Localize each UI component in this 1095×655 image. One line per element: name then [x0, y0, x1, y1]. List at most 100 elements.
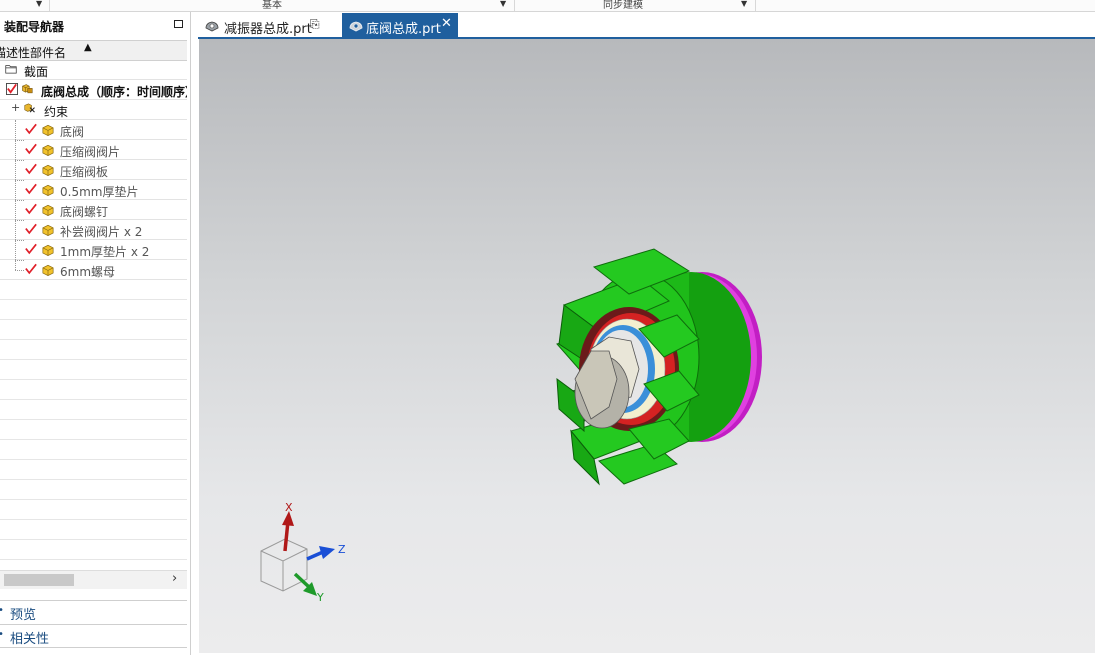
tab-damper-assembly[interactable]: 减振器总成.prt ⎘	[198, 13, 333, 38]
check-icon[interactable]	[25, 163, 37, 175]
ribbon-divider	[514, 0, 515, 11]
graphics-viewport[interactable]: X Z Y	[199, 39, 1095, 653]
checkbox-checked-icon[interactable]	[6, 83, 18, 95]
part-icon	[42, 144, 54, 156]
section-dependency[interactable]: • 相关性	[0, 624, 187, 648]
empty-row	[0, 360, 187, 380]
x-axis-arrow	[283, 520, 290, 552]
empty-row	[0, 440, 187, 460]
part-icon	[42, 264, 54, 276]
tree-row-part[interactable]: 底阀螺钉	[0, 200, 187, 220]
close-icon[interactable]: ✕	[441, 16, 452, 31]
tree-connector	[15, 120, 16, 270]
empty-row	[0, 420, 187, 440]
navigator-tree: 截面 底阀总成（顺序：时间顺序） + 约束 底阀 压缩阀阀片 压缩阀板 0.5m…	[0, 60, 187, 560]
tree-connector	[15, 180, 24, 181]
horizontal-scrollbar[interactable]: ›	[0, 570, 187, 589]
check-icon[interactable]	[25, 243, 37, 255]
tree-connector	[15, 240, 24, 241]
empty-row	[0, 380, 187, 400]
expand-icon[interactable]: •	[0, 605, 4, 616]
check-icon[interactable]	[25, 123, 37, 135]
constraints-icon	[24, 103, 35, 113]
expand-plus-icon[interactable]: +	[11, 101, 20, 114]
check-icon[interactable]	[25, 143, 37, 155]
navigator-title: 装配导航器	[4, 20, 65, 34]
empty-row	[0, 400, 187, 420]
part-icon	[42, 244, 54, 256]
tree-row-part[interactable]: 6mm螺母	[0, 260, 187, 280]
tree-row-root[interactable]: 底阀总成（顺序：时间顺序）	[0, 80, 187, 100]
tree-row-label: 1mm厚垫片 x 2	[60, 245, 150, 259]
check-icon[interactable]	[25, 203, 37, 215]
check-icon[interactable]	[25, 263, 37, 275]
ribbon-strip: ▼ 基本 ▼ 同步建模 ▼	[0, 0, 1095, 12]
tree-row-part[interactable]: 0.5mm厚垫片	[0, 180, 187, 200]
folder-icon	[5, 65, 17, 74]
tree-connector	[15, 140, 24, 141]
part-icon	[42, 124, 54, 136]
tree-row-part[interactable]: 压缩阀板	[0, 160, 187, 180]
tree-row-label: 底阀总成（顺序：时间顺序）	[41, 85, 187, 99]
tree-row-constraints[interactable]: + 约束	[0, 100, 187, 120]
tree-row-part[interactable]: 1mm厚垫片 x 2	[0, 240, 187, 260]
tab-bottom-valve-assembly[interactable]: 底阀总成.prt ✕	[342, 13, 458, 38]
tree-row-part[interactable]: 补尝阀阀片 x 2	[0, 220, 187, 240]
ribbon-dropdown-icon[interactable]: ▼	[36, 0, 42, 8]
sort-ascending-icon[interactable]: ▲	[84, 42, 92, 53]
ribbon-dropdown-icon[interactable]: ▼	[741, 0, 747, 8]
model-canvas[interactable]: X Z Y	[199, 39, 1095, 653]
section-preview[interactable]: • 预览	[0, 600, 187, 623]
empty-row	[0, 500, 187, 520]
tree-connector	[15, 160, 24, 161]
ribbon-divider	[49, 0, 50, 11]
tree-row-label: 压缩阀板	[60, 165, 109, 179]
tree-row-label: 底阀	[60, 125, 85, 139]
scrollbar-thumb[interactable]	[4, 574, 74, 586]
ribbon-group-sync[interactable]: 同步建模	[603, 0, 643, 11]
z-axis-arrow	[306, 550, 324, 561]
tree-row-part[interactable]: 底阀	[0, 120, 187, 140]
z-axis-label: Z	[338, 543, 346, 556]
tree-row-label: 补尝阀阀片 x 2	[60, 225, 143, 239]
part-icon	[42, 224, 54, 236]
empty-row	[0, 340, 187, 360]
bottom-valve-model[interactable]	[556, 248, 762, 486]
column-header[interactable]: 描述性部件名 ▲	[0, 40, 187, 61]
y-axis-label: Y	[316, 591, 324, 604]
assembly-icon	[22, 84, 33, 94]
tree-row-part[interactable]: 压缩阀阀片	[0, 140, 187, 160]
modified-icon: ⎘	[310, 17, 320, 31]
expand-icon[interactable]: •	[0, 629, 4, 640]
part-icon	[42, 164, 54, 176]
navigator-header: 装配导航器	[0, 12, 190, 38]
part-file-icon	[349, 21, 363, 32]
tree-row-label: 压缩阀阀片	[60, 145, 121, 159]
column-header-label: 描述性部件名	[0, 46, 67, 60]
check-icon[interactable]	[25, 183, 37, 195]
x-axis-label: X	[285, 501, 293, 514]
ribbon-group-basic[interactable]: 基本	[262, 0, 282, 11]
ribbon-dropdown-icon[interactable]: ▼	[500, 0, 506, 8]
empty-row	[0, 300, 187, 320]
empty-row	[0, 280, 187, 300]
check-icon[interactable]	[25, 223, 37, 235]
maximize-icon[interactable]	[174, 20, 183, 28]
tree-row-label: 约束	[44, 105, 69, 119]
tree-connector	[15, 270, 24, 271]
tree-row-label: 截面	[24, 65, 49, 79]
part-icon	[42, 204, 54, 216]
tree-row-section[interactable]: 截面	[0, 60, 187, 80]
empty-row	[0, 320, 187, 340]
section-dependency-label: 相关性	[10, 632, 50, 647]
tree-connector	[15, 200, 24, 201]
scroll-right-icon[interactable]: ›	[172, 571, 177, 586]
tree-row-label: 6mm螺母	[60, 265, 116, 279]
tab-label: 底阀总成.prt	[366, 22, 441, 37]
empty-row	[0, 460, 187, 480]
tree-row-label: 0.5mm厚垫片	[60, 185, 139, 199]
empty-row	[0, 480, 187, 500]
part-file-icon	[205, 21, 219, 32]
empty-row	[0, 540, 187, 560]
ribbon-divider	[755, 0, 756, 11]
